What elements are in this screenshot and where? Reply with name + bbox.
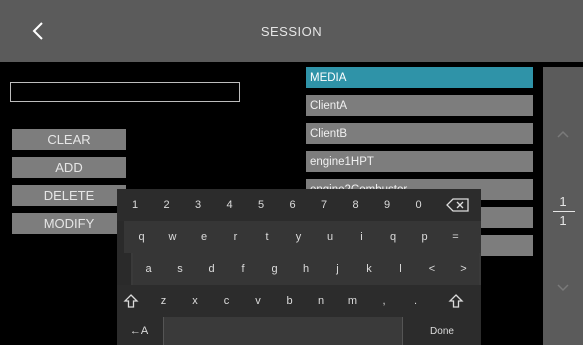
key-u[interactable]: u (314, 221, 346, 253)
virtual-keyboard: 1 2 3 4 5 6 7 8 9 0 q w e r t y u i q p … (117, 189, 481, 345)
list-item[interactable]: MEDIA (306, 67, 533, 88)
key-f[interactable]: f (227, 253, 259, 285)
key-x[interactable]: x (179, 285, 211, 317)
key-equals[interactable]: = (440, 221, 471, 253)
key-4[interactable]: 4 (214, 189, 245, 221)
key-w[interactable]: w (157, 221, 188, 253)
backspace-key[interactable] (434, 189, 481, 221)
shift-right-key[interactable] (436, 285, 476, 317)
scroll-up-button[interactable] (543, 119, 583, 149)
key-gap (117, 221, 124, 253)
key-j[interactable]: j (322, 253, 353, 285)
key-9[interactable]: 9 (371, 189, 403, 221)
page-current: 1 (559, 194, 567, 209)
language-key[interactable]: ←A (117, 317, 161, 345)
page-total: 1 (559, 213, 567, 228)
list-item[interactable]: engine1HPT (306, 151, 533, 172)
backspace-icon (445, 198, 469, 212)
space-key[interactable] (163, 317, 403, 345)
session-name-input[interactable] (10, 82, 240, 102)
key-e[interactable]: e (188, 221, 220, 253)
key-t[interactable]: t (251, 221, 283, 253)
key-y[interactable]: y (283, 221, 314, 253)
key-l[interactable]: l (385, 253, 416, 285)
list-item[interactable]: ClientA (306, 95, 533, 116)
key-0[interactable]: 0 (403, 189, 434, 221)
key-z[interactable]: z (148, 285, 179, 317)
key-6[interactable]: 6 (277, 189, 308, 221)
key-p[interactable]: p (409, 221, 440, 253)
list-item[interactable]: ClientB (306, 123, 533, 144)
key-a[interactable]: a (133, 253, 164, 285)
key-n[interactable]: n (305, 285, 337, 317)
modify-button[interactable]: MODIFY (12, 213, 126, 234)
key-cursor-right[interactable]: > (448, 253, 479, 285)
key-o[interactable]: q (377, 221, 409, 253)
done-key[interactable]: Done (403, 317, 481, 345)
shift-icon (123, 294, 139, 308)
key-r[interactable]: r (220, 221, 251, 253)
add-button[interactable]: ADD (12, 157, 126, 178)
key-q[interactable]: q (126, 221, 157, 253)
key-7[interactable]: 7 (308, 189, 340, 221)
key-v[interactable]: v (242, 285, 274, 317)
key-period[interactable]: . (400, 285, 431, 317)
key-comma[interactable]: , (368, 285, 400, 317)
key-3[interactable]: 3 (182, 189, 214, 221)
header-bar: SESSION (0, 0, 583, 62)
delete-button[interactable]: DELETE (12, 185, 126, 206)
key-2[interactable]: 2 (151, 189, 182, 221)
key-cursor-left[interactable]: < (416, 253, 448, 285)
key-5[interactable]: 5 (245, 189, 277, 221)
shift-icon (448, 294, 464, 308)
page-title: SESSION (260, 24, 323, 39)
key-8[interactable]: 8 (340, 189, 371, 221)
key-s[interactable]: s (164, 253, 196, 285)
key-gap (117, 253, 131, 285)
scroll-down-button[interactable] (543, 272, 583, 302)
key-k[interactable]: k (353, 253, 385, 285)
pager-panel: 1 1 (543, 67, 583, 345)
key-g[interactable]: g (259, 253, 290, 285)
key-c[interactable]: c (211, 285, 242, 317)
shift-left-key[interactable] (117, 285, 145, 317)
clear-button[interactable]: CLEAR (12, 129, 126, 150)
page-divider (553, 211, 575, 212)
key-b[interactable]: b (274, 285, 305, 317)
key-d[interactable]: d (196, 253, 227, 285)
key-i[interactable]: i (346, 221, 377, 253)
chevron-down-icon (557, 284, 569, 292)
key-m[interactable]: m (337, 285, 368, 317)
chevron-up-icon (557, 130, 569, 138)
key-h[interactable]: h (290, 253, 322, 285)
key-1[interactable]: 1 (119, 189, 151, 221)
